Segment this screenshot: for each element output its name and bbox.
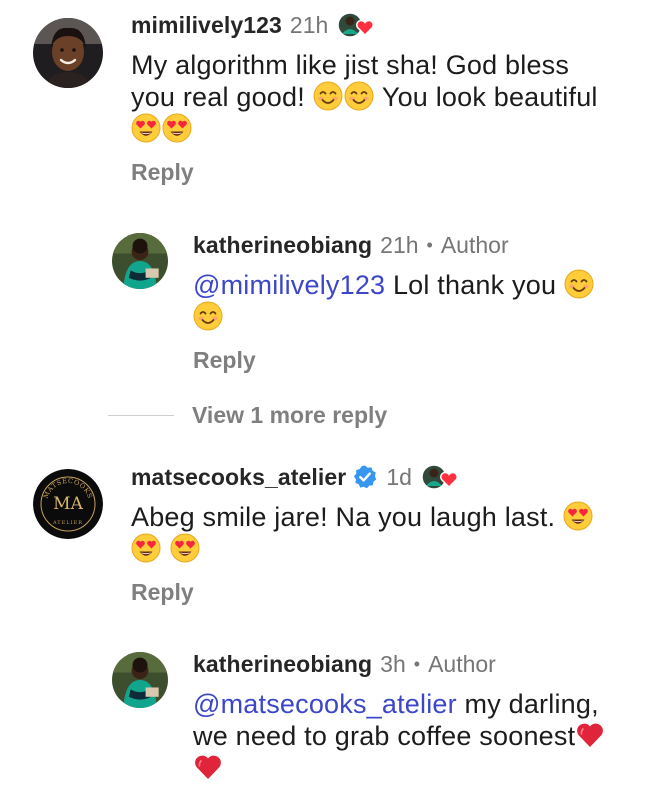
username[interactable]: katherineobiang <box>193 651 372 678</box>
profile-photo-icon <box>112 652 168 708</box>
verified-badge-icon <box>354 465 377 489</box>
reply-button[interactable]: Reply <box>193 347 613 374</box>
comment-text: @mimilively123 Lol thank you <box>193 269 613 333</box>
heart-eyes-emoji <box>563 501 593 531</box>
avatar[interactable] <box>112 233 168 289</box>
svg-text:ATELIER: ATELIER <box>52 520 83 526</box>
timestamp: 21h <box>289 11 329 38</box>
reply-button[interactable]: Reply <box>131 579 611 606</box>
avatar[interactable]: MATSECOOKS MA ATELIER <box>33 469 103 539</box>
brand-logo-icon: MATSECOOKS MA ATELIER <box>33 469 103 539</box>
divider <box>108 415 174 416</box>
username[interactable]: katherineobiang <box>193 232 372 259</box>
view-more-label: View 1 more reply <box>192 402 388 428</box>
smiling-face-emoji <box>564 269 594 299</box>
smiling-face-emoji <box>313 81 343 111</box>
author-badge: Author <box>440 231 509 258</box>
author-liked-heart-icon <box>336 10 376 40</box>
username[interactable]: matsecooks_atelier <box>131 464 346 491</box>
author-liked-heart-icon <box>420 462 460 492</box>
smiling-face-emoji <box>193 301 223 331</box>
timestamp: 3h <box>380 650 406 677</box>
heart-eyes-emoji <box>131 113 161 143</box>
comment-text: @matsecooks_atelier my darling, we need … <box>193 688 613 784</box>
comment-text: My algorithm like jist sha! God bless yo… <box>131 49 611 145</box>
heart-eyes-emoji <box>131 533 161 563</box>
profile-photo-icon <box>112 233 168 289</box>
heart-eyes-emoji <box>162 113 192 143</box>
mention-link[interactable]: @matsecooks_atelier <box>193 689 457 719</box>
red-heart-emoji <box>193 752 223 782</box>
red-heart-emoji <box>575 720 605 750</box>
view-more-replies-button[interactable]: View 1 more reply <box>108 402 387 429</box>
separator-dot: • <box>413 653 421 674</box>
reply-button[interactable]: Reply <box>131 159 611 186</box>
username[interactable]: mimilively123 <box>131 12 282 39</box>
timestamp: 1d <box>386 463 412 490</box>
author-badge: Author <box>428 650 496 677</box>
smiling-face-emoji <box>344 81 374 111</box>
mention-link[interactable]: @mimilively123 <box>193 270 385 300</box>
comment-text: Abeg smile jare! Na you laugh last. <box>131 501 611 565</box>
heart-eyes-emoji <box>170 533 200 563</box>
avatar[interactable] <box>33 18 103 88</box>
separator-dot: • <box>426 234 433 255</box>
profile-photo-icon <box>33 18 103 88</box>
svg-text:MA: MA <box>53 494 83 514</box>
avatar[interactable] <box>112 652 168 708</box>
timestamp: 21h <box>380 231 419 258</box>
